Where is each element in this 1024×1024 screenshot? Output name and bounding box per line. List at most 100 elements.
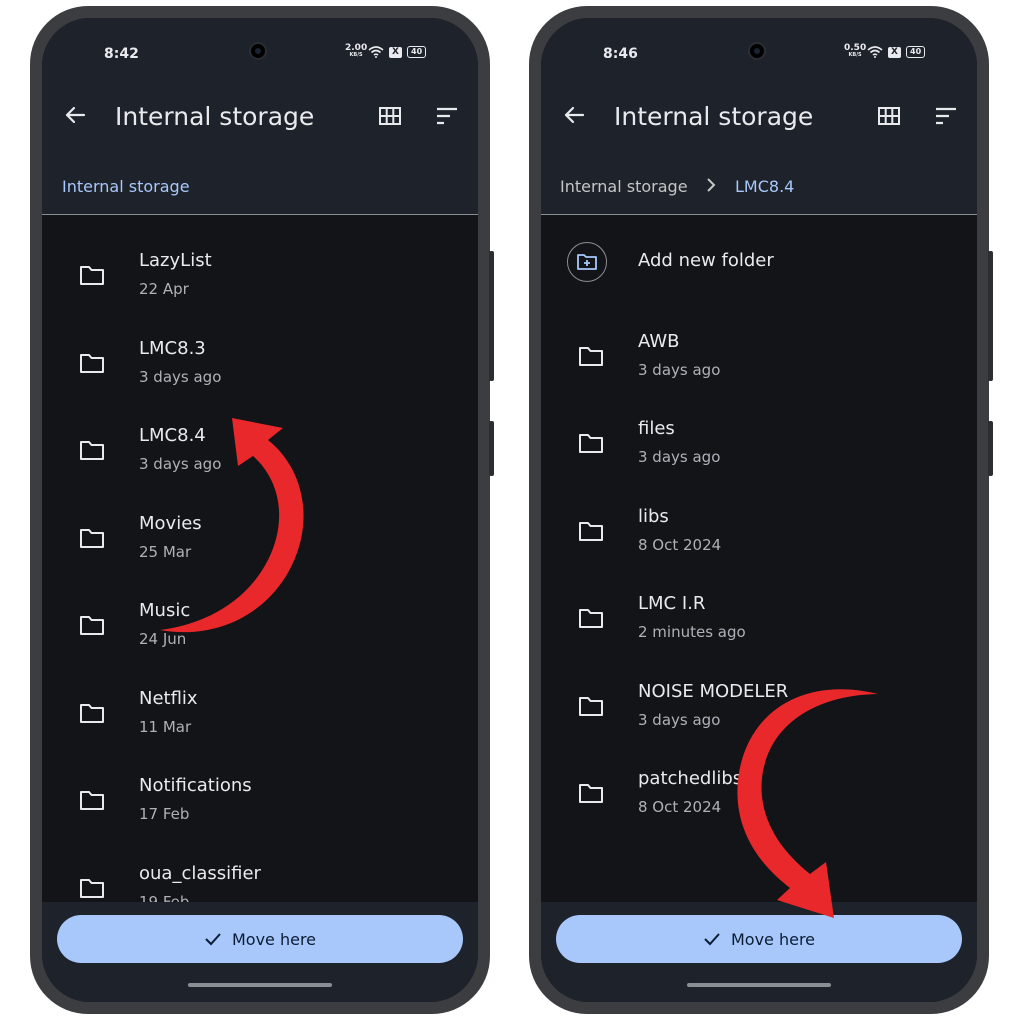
page-title: Internal storage [115,102,315,131]
move-here-label: Move here [730,929,816,949]
item-date: 22 Apr [139,280,189,298]
bottom-action-bar: Move here [541,902,977,1002]
sort-icon[interactable] [435,104,459,128]
item-date: 3 days ago [638,448,721,466]
item-name: oua_classifier [139,863,261,884]
list-item[interactable]: NOISE MODELER 3 days ago [541,667,977,747]
list-item[interactable]: Netflix 11 Mar [42,674,478,754]
add-new-folder-label: Add new folder [638,250,774,271]
folder-icon [80,529,104,548]
gesture-bar[interactable] [188,983,332,987]
item-name: Movies [139,513,202,534]
move-here-button[interactable]: Move here [556,915,962,963]
wifi-icon [368,46,384,58]
battery-icon: 40 [906,46,926,58]
app-bar: Internal storage [42,74,478,158]
add-folder-icon [567,242,607,282]
item-date: 11 Mar [139,718,192,736]
x-badge-icon: X [888,46,901,58]
arrow-back-icon[interactable] [60,100,90,130]
folder-icon [80,266,104,285]
item-date: 8 Oct 2024 [638,798,722,816]
item-date: 3 days ago [638,361,721,379]
network-speed: 0.50 KB/S [844,43,867,59]
x-badge-icon: X [389,46,402,58]
arrow-back-icon[interactable] [559,100,589,130]
power-button [489,421,494,476]
gesture-bar[interactable] [687,983,831,987]
item-name: LazyList [139,250,212,271]
folder-icon [80,441,104,460]
folder-icon [579,347,603,366]
chevron-right-icon [707,178,716,192]
breadcrumb-lmc84[interactable]: LMC8.4 [735,177,794,196]
list-item[interactable]: patchedlibs 8 Oct 2024 [541,754,977,834]
status-bar: 8:42 2.00 KB/S X 40 [42,18,478,74]
status-time: 8:42 [104,46,139,62]
phone-right: 8:46 0.50 KB/S X 40 Internal storage Int… [529,6,993,1014]
folder-icon [80,791,104,810]
item-date: 8 Oct 2024 [638,536,722,554]
volume-button [988,251,993,381]
breadcrumb-internal-storage[interactable]: Internal storage [62,177,190,196]
wifi-icon [867,46,883,58]
breadcrumb: Internal storage [42,158,478,215]
add-new-folder-button[interactable]: Add new folder [541,236,977,316]
volume-button [489,251,494,381]
move-here-label: Move here [231,929,317,949]
item-date: 17 Feb [139,805,190,823]
move-here-button[interactable]: Move here [57,915,463,963]
item-name: Netflix [139,688,198,709]
screen: 8:42 2.00 KB/S X 40 Internal storage Int… [42,18,478,1002]
list-item[interactable]: LMC8.4 3 days ago [42,411,478,491]
sort-icon[interactable] [934,104,958,128]
item-name: files [638,418,675,439]
app-bar: Internal storage [541,74,977,158]
grid-view-icon[interactable] [877,104,901,128]
power-button [988,421,993,476]
breadcrumb: Internal storage LMC8.4 [541,158,977,215]
list-item[interactable]: LMC8.3 3 days ago [42,324,478,404]
list-item[interactable]: libs 8 Oct 2024 [541,492,977,572]
folder-icon [579,609,603,628]
grid-view-icon[interactable] [378,104,402,128]
item-name: AWB [638,331,680,352]
list-item[interactable]: files 3 days ago [541,404,977,484]
item-date: 3 days ago [139,455,222,473]
list-item[interactable]: Movies 25 Mar [42,499,478,579]
check-icon [704,933,720,946]
item-date: 24 Jun [139,630,187,648]
list-item[interactable]: AWB 3 days ago [541,317,977,397]
folder-icon [80,879,104,898]
network-speed: 2.00 KB/S [345,43,368,59]
item-name: patchedlibs [638,768,743,789]
battery-icon: 40 [407,46,427,58]
item-name: Notifications [139,775,252,796]
front-camera [748,42,766,60]
folder-icon [579,697,603,716]
list-item[interactable]: Notifications 17 Feb [42,761,478,841]
breadcrumb-internal-storage[interactable]: Internal storage [560,177,688,196]
check-icon [205,933,221,946]
item-date: 25 Mar [139,543,192,561]
folder-icon [579,522,603,541]
item-date: 3 days ago [139,368,222,386]
item-name: Music [139,600,191,621]
item-name: LMC8.4 [139,425,206,446]
list-item[interactable]: Music 24 Jun [42,586,478,666]
item-name: NOISE MODELER [638,681,789,702]
list-item[interactable]: LazyList 22 Apr [42,236,478,316]
phone-left: 8:42 2.00 KB/S X 40 Internal storage Int… [30,6,494,1014]
folder-icon [80,616,104,635]
item-date: 2 minutes ago [638,623,746,641]
item-name: LMC8.3 [139,338,206,359]
status-bar: 8:46 0.50 KB/S X 40 [541,18,977,74]
item-date: 3 days ago [638,711,721,729]
folder-icon [579,434,603,453]
front-camera [249,42,267,60]
item-name: LMC I.R [638,593,706,614]
status-time: 8:46 [603,46,638,62]
list-item[interactable]: LMC I.R 2 minutes ago [541,579,977,659]
page-title: Internal storage [614,102,814,131]
item-name: libs [638,506,669,527]
